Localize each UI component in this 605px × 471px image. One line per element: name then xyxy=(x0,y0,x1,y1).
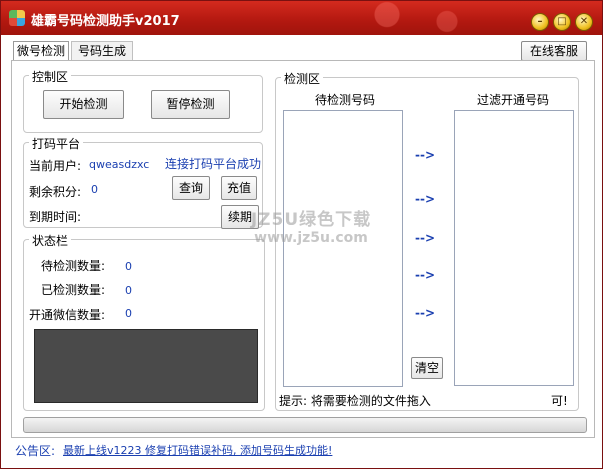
log-panel xyxy=(34,329,258,403)
wechat-count-label: 开通微信数量: xyxy=(29,308,106,322)
drag-tip-tail: 可! xyxy=(551,394,568,408)
maximize-icon[interactable]: □ xyxy=(553,13,571,31)
checked-count-label: 已检测数量: xyxy=(41,283,106,297)
start-detect-button[interactable]: 开始检测 xyxy=(43,90,124,119)
tab-number-generate[interactable]: 号码生成 xyxy=(71,41,133,61)
announcement-link[interactable]: 最新上线v1223 修复打码错误补码, 添加号码生成功能! xyxy=(63,442,332,458)
online-service-button[interactable]: 在线客服 xyxy=(521,41,587,61)
arrow-2: --> xyxy=(415,192,436,206)
arrow-1: --> xyxy=(415,148,436,162)
points-value: 0 xyxy=(91,183,98,196)
points-label: 剩余积分: xyxy=(29,185,82,199)
dama-status-text: 连接打码平台成功 xyxy=(165,157,262,171)
watermark-logo: JZ5U绿色下载 www.jz5u.com xyxy=(241,205,381,253)
dama-group-title: 打码平台 xyxy=(29,135,84,152)
detect-group-title: 检测区 xyxy=(281,70,324,87)
tab-wechat-check[interactable]: 微号检测 xyxy=(13,41,69,61)
minimize-icon[interactable]: – xyxy=(531,13,549,31)
progress-bar xyxy=(23,417,587,433)
arrow-4: --> xyxy=(415,268,436,282)
pending-count-value: 0 xyxy=(125,260,132,273)
pause-detect-button[interactable]: 暂停检测 xyxy=(151,90,230,119)
expire-label: 到期时间: xyxy=(29,210,82,224)
filtered-numbers-list[interactable] xyxy=(454,110,574,386)
status-group-title: 状态栏 xyxy=(29,232,72,249)
current-user-value: qweasdzxc xyxy=(89,158,150,171)
arrow-5: --> xyxy=(415,306,436,320)
app-window: 雄霸号码检测助手v2017 – □ ✕ 微号检测 号码生成 在线客服 控制区 开… xyxy=(0,0,603,469)
watermark-line1: JZ5U绿色下载 xyxy=(250,210,372,230)
control-group-title: 控制区 xyxy=(29,68,72,85)
filtered-list-header: 过滤开通号码 xyxy=(477,93,550,107)
clear-button[interactable]: 清空 xyxy=(411,357,443,379)
query-button[interactable]: 查询 xyxy=(172,176,210,200)
wechat-count-value: 0 xyxy=(125,307,132,320)
pending-count-label: 待检测数量: xyxy=(41,259,106,273)
title-bar: 雄霸号码检测助手v2017 – □ ✕ xyxy=(1,1,602,35)
drag-tip: 提示: 将需要检测的文件拖入 xyxy=(279,394,431,408)
arrow-3: --> xyxy=(415,231,436,245)
recharge-button[interactable]: 充值 xyxy=(221,176,257,200)
window-title: 雄霸号码检测助手v2017 xyxy=(31,14,180,29)
close-icon[interactable]: ✕ xyxy=(575,13,593,31)
watermark-line2: www.jz5u.com xyxy=(254,230,368,246)
checked-count-value: 0 xyxy=(125,284,132,297)
current-user-label: 当前用户: xyxy=(29,159,82,173)
app-icon xyxy=(9,10,25,26)
announcement-label: 公告区: xyxy=(15,444,56,458)
pending-list-header: 待检测号码 xyxy=(315,93,376,107)
